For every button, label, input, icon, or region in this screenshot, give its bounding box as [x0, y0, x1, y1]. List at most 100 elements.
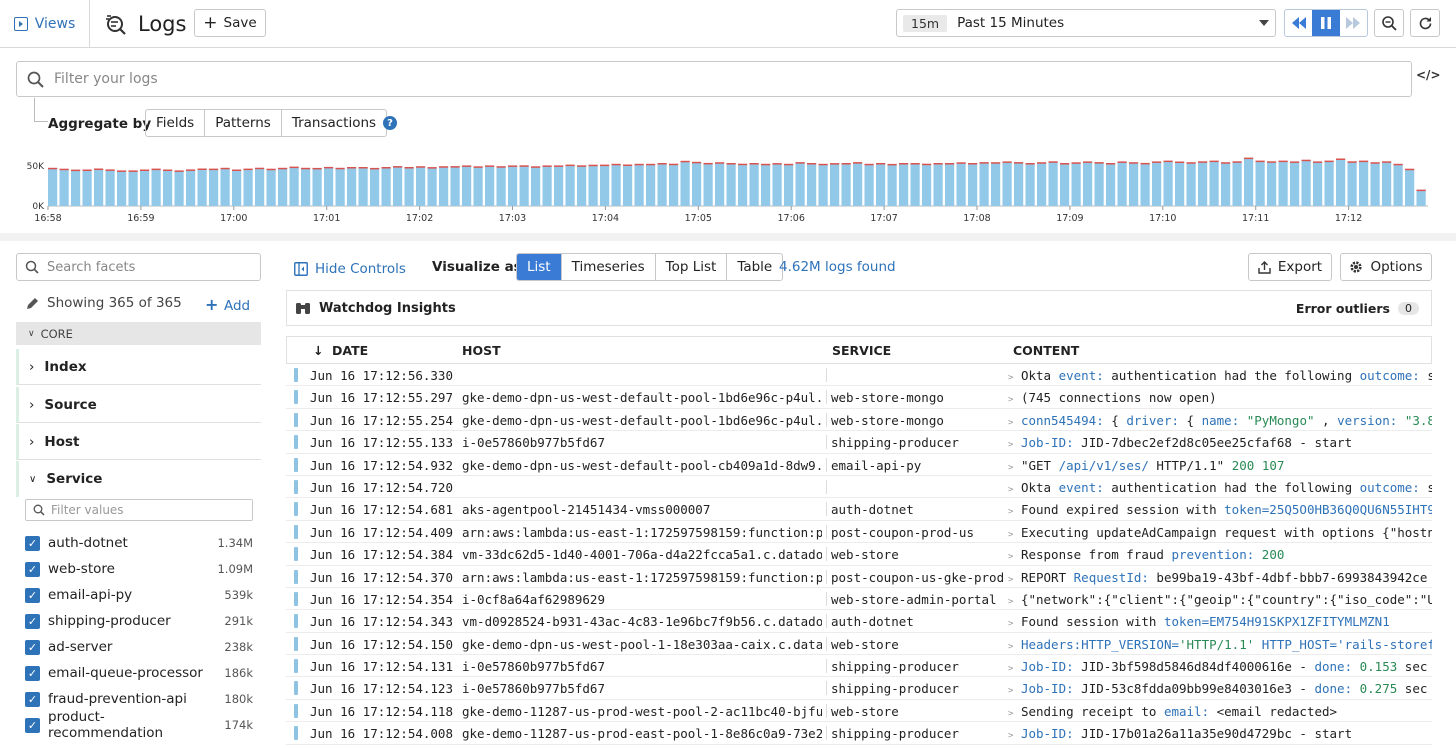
chart-bar[interactable] [266, 169, 276, 206]
chart-bar[interactable] [163, 170, 173, 206]
chart-bar[interactable] [1048, 162, 1058, 206]
table-row[interactable]: Jun 16 17:12:54.131 i-0e57860b977b5fd67 sh… [286, 655, 1432, 678]
table-row[interactable]: Jun 16 17:12:54.150 gke-demo-dpn-us-west-… [286, 633, 1432, 656]
chart-bar[interactable] [991, 162, 1001, 206]
table-row[interactable]: Jun 16 17:12:54.370 arn:aws:lambda:us-eas… [286, 566, 1432, 588]
chart-bar[interactable] [657, 163, 667, 206]
add-facet-button[interactable]: + Add [205, 295, 250, 314]
facet-search-input[interactable] [47, 259, 260, 275]
chart-bar[interactable] [485, 166, 495, 206]
chart-bar[interactable] [623, 165, 633, 206]
chart-bar[interactable] [600, 165, 610, 206]
chart-bar[interactable] [151, 169, 161, 206]
chart-bar[interactable] [784, 164, 794, 206]
chart-bar[interactable] [542, 166, 552, 206]
checkbox-checked-icon[interactable]: ✓ [25, 587, 40, 603]
chart-bar[interactable] [565, 165, 575, 206]
chart-bar[interactable] [876, 163, 886, 206]
vis-tab-list[interactable]: List [517, 254, 562, 280]
table-row[interactable]: Jun 16 17:12:54.118 gke-demo-11287-us-pro… [286, 700, 1432, 723]
chart-bar[interactable] [71, 170, 81, 206]
chart-bar[interactable] [312, 168, 322, 206]
chart-bar[interactable] [174, 170, 184, 206]
chart-bar[interactable] [864, 164, 874, 206]
chart-bar[interactable] [450, 166, 460, 206]
chart-bar[interactable] [726, 163, 736, 206]
chart-bar[interactable] [611, 164, 621, 206]
chart-bar[interactable] [94, 169, 104, 206]
chart-bar[interactable] [968, 163, 978, 206]
chart-bar[interactable] [703, 163, 713, 206]
chart-bar[interactable] [1060, 163, 1070, 206]
chart-bar[interactable] [1313, 162, 1323, 206]
chart-bar[interactable] [772, 163, 782, 206]
table-row[interactable]: Jun 16 17:12:54.384 vm-33dc62d5-1d40-4001… [286, 543, 1432, 566]
chart-bar[interactable] [1244, 158, 1254, 206]
facet-source[interactable]: › Source [16, 387, 261, 423]
table-row[interactable]: Jun 16 17:12:55.133 i-0e57860b977b5fd67 sh… [286, 431, 1432, 454]
chart-bar[interactable] [1014, 162, 1024, 206]
chart-bar[interactable] [1198, 162, 1208, 206]
chart-bar[interactable] [416, 166, 426, 206]
facet-service[interactable]: ∨ Service [16, 461, 261, 497]
chart-bar[interactable] [209, 169, 219, 206]
chart-bar[interactable] [1106, 163, 1116, 206]
vis-tab-table[interactable]: Table [727, 254, 782, 280]
chart-bar[interactable] [577, 166, 587, 206]
chart-bar[interactable] [933, 163, 943, 206]
filter-values-input[interactable] [51, 503, 252, 517]
chart-bar[interactable] [1290, 162, 1300, 206]
chart-bar[interactable] [922, 164, 932, 206]
chart-bar[interactable] [1416, 190, 1426, 206]
chart-bar[interactable] [427, 167, 437, 206]
export-button[interactable]: Export [1248, 253, 1332, 281]
chart-bar[interactable] [301, 168, 311, 206]
service-filter-item[interactable]: ✓ email-api-py 539k [25, 582, 253, 608]
chart-bar[interactable] [887, 164, 897, 206]
time-range-select[interactable]: 15m Past 15 Minutes [896, 9, 1276, 37]
checkbox-checked-icon[interactable]: ✓ [25, 613, 40, 629]
chart-bar[interactable] [899, 163, 909, 206]
checkbox-checked-icon[interactable]: ✓ [25, 665, 40, 681]
chart-bar[interactable] [128, 170, 138, 206]
chart-bar[interactable] [1209, 161, 1219, 206]
table-row[interactable]: Jun 16 17:12:54.354 i-0cf8a64af62989629 we… [286, 588, 1432, 611]
service-filter-item[interactable]: ✓ shipping-producer 291k [25, 608, 253, 634]
table-row[interactable]: Jun 16 17:12:54.932 gke-demo-dpn-us-west-… [286, 454, 1432, 476]
chart-bar[interactable] [508, 166, 518, 206]
column-header-host[interactable]: HOST [462, 343, 501, 358]
pencil-icon[interactable] [26, 297, 39, 310]
chart-bar[interactable] [243, 169, 253, 206]
chart-bar[interactable] [680, 162, 690, 206]
table-row[interactable]: Jun 16 17:12:54.409 arn:aws:lambda:us-eas… [286, 521, 1432, 544]
chart-bar[interactable] [1175, 162, 1185, 206]
chart-bar[interactable] [1336, 159, 1346, 206]
chart-bar[interactable] [1083, 162, 1093, 206]
checkbox-checked-icon[interactable]: ✓ [25, 639, 40, 655]
chart-bar[interactable] [1129, 162, 1139, 206]
chart-bar[interactable] [738, 164, 748, 206]
chart-bar[interactable] [197, 169, 207, 206]
chart-bar[interactable] [1370, 162, 1380, 206]
chart-bar[interactable] [853, 162, 863, 206]
chart-bar[interactable] [105, 170, 115, 206]
chart-bar[interactable] [1232, 162, 1242, 206]
chart-bar[interactable] [1186, 162, 1196, 206]
chart-bar[interactable] [289, 167, 299, 206]
forward-button[interactable] [1340, 10, 1367, 36]
chart-bar[interactable] [1393, 164, 1403, 206]
chart-bar[interactable] [1405, 169, 1415, 206]
chart-bar[interactable] [232, 170, 242, 206]
chart-bar[interactable] [186, 170, 196, 206]
chart-bar[interactable] [1347, 162, 1357, 206]
table-row[interactable]: Jun 16 17:12:55.254 gke-demo-dpn-us-west-… [286, 409, 1432, 432]
chart-bar[interactable] [1152, 162, 1162, 206]
facet-index[interactable]: › Index [16, 349, 261, 385]
chart-bar[interactable] [634, 164, 644, 206]
chart-bar[interactable] [439, 166, 449, 206]
column-header-date[interactable]: DATE [332, 343, 368, 358]
chart-bar[interactable] [462, 166, 472, 206]
aggregate-tab-patterns[interactable]: Patterns [205, 110, 282, 136]
chart-bar[interactable] [140, 170, 150, 206]
chart-bar[interactable] [393, 166, 403, 206]
